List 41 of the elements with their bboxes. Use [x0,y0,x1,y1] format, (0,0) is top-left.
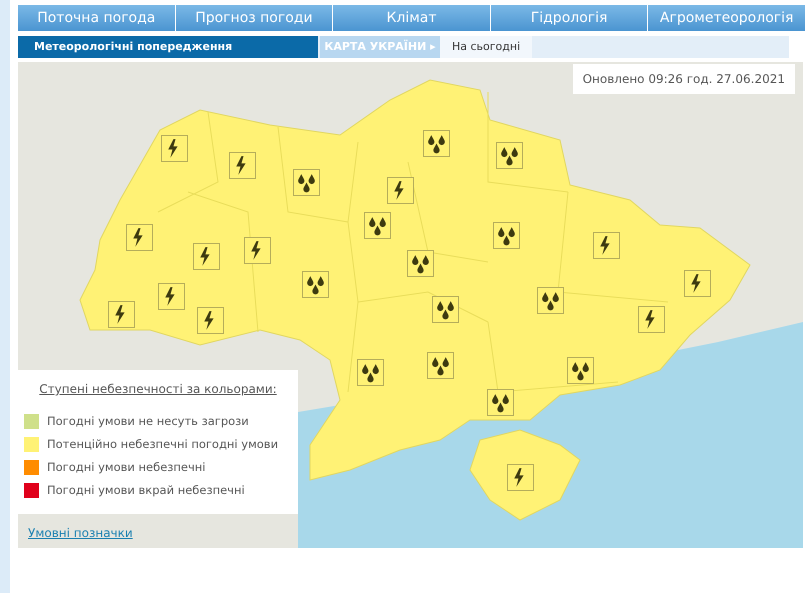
nav-tab[interactable]: Поточна погода [18,5,175,31]
rain-drops-icon [427,352,454,379]
rain-drops-icon [432,296,459,323]
nav-tab[interactable]: Клімат [333,5,490,31]
rain-drops-icon [493,222,520,249]
lightning-icon [158,283,185,310]
rain-drops-icon [293,169,320,196]
rain-drops-icon [487,389,514,416]
rain-drops-icon [423,130,450,157]
section-title: Метеорологічні попередження [18,36,318,58]
lightning-icon [638,306,665,333]
lightning-icon [161,135,188,162]
nav-tab[interactable]: Агрометеорологія [648,5,805,31]
rain-drops-icon [567,357,594,384]
rain-drops-icon [496,142,523,169]
lightning-icon [387,177,414,204]
lightning-icon [126,224,153,251]
breadcrumb-link[interactable]: КАРТА УКРАЇНИ ▸ [320,36,440,58]
nav-tab[interactable]: Прогноз погоди [176,5,332,31]
lightning-icon [593,232,620,259]
lightning-icon [244,237,271,264]
rain-drops-icon [364,212,391,239]
legend-link[interactable]: Умовні позначки [28,524,133,542]
lightning-icon [229,152,256,179]
rain-drops-icon [357,359,384,386]
lightning-icon [197,307,224,334]
rain-drops-icon [537,287,564,314]
legend-title: Ступені небезпечності за кольорами: [39,381,277,398]
day-tab[interactable]: На сьогодні [440,36,532,58]
rain-drops-icon [302,271,329,298]
legend-label: Погодні умови не несуть загрози [47,412,249,430]
legend-label: Потенційно небезпечні погодні умови [47,436,278,453]
lightning-icon [193,243,220,270]
legend-label: Погодні умови вкрай небезпечні [47,482,245,499]
lightning-icon [684,270,711,297]
updated-label: Оновлено 09:26 год. 27.06.2021 [572,64,795,94]
legend-label: Погодні умови небезпечні [47,458,206,476]
rain-drops-icon [407,250,434,277]
lightning-icon [507,464,534,491]
nav-tab[interactable]: Гідрологія [490,5,648,31]
lightning-icon [108,301,135,328]
